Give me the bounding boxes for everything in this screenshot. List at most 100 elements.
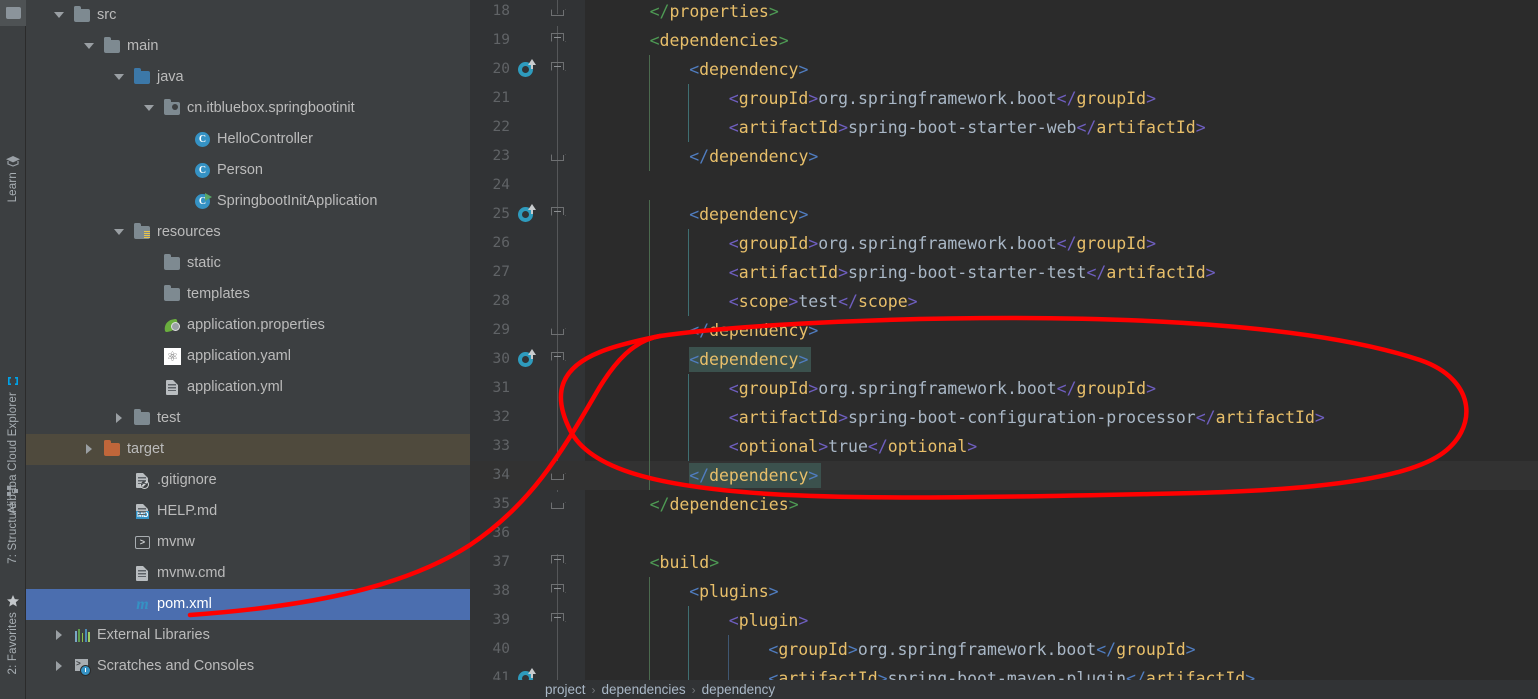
editor-line[interactable]: 21 <groupId>org.springframework.boot</gro… bbox=[493, 84, 1538, 113]
chevron-right-icon[interactable] bbox=[54, 630, 65, 641]
chevron-down-icon[interactable] bbox=[144, 103, 155, 114]
editor-line[interactable]: 30 <dependency> bbox=[493, 345, 1538, 374]
tree-item-person[interactable]: C Person bbox=[26, 155, 470, 186]
stripe-button-favorites[interactable]: 2: Favorites bbox=[0, 590, 26, 677]
indent-guide bbox=[648, 403, 650, 432]
code-token: > bbox=[818, 437, 829, 456]
fold-collapse-icon[interactable] bbox=[551, 62, 564, 77]
editor-line[interactable]: 31 <groupId>org.springframework.boot</gro… bbox=[493, 374, 1538, 403]
fold-end-icon[interactable] bbox=[551, 468, 564, 483]
code-editor[interactable]: 18 </properties> 19 <dependencies> 20 <depend… bbox=[470, 0, 1538, 699]
editor-line[interactable]: 37 <build> bbox=[493, 548, 1538, 577]
breadcrumb[interactable]: project › dependencies › dependency bbox=[470, 680, 1538, 699]
indent-guide bbox=[688, 287, 690, 316]
chevron-down-icon[interactable] bbox=[114, 72, 125, 83]
fold-end-icon[interactable] bbox=[551, 497, 564, 512]
editor-line[interactable]: 22 <artifactId>spring-boot-starter-web</a… bbox=[493, 113, 1538, 142]
editor-line[interactable]: 29 </dependency> bbox=[493, 316, 1538, 345]
graduation-cap-icon bbox=[5, 153, 21, 169]
editor-line[interactable]: 19 <dependencies> bbox=[493, 26, 1538, 55]
line-number: 32 bbox=[492, 409, 510, 425]
tree-item-src[interactable]: src bbox=[26, 0, 470, 31]
breadcrumb-item[interactable]: project bbox=[545, 682, 586, 697]
tree-item-target[interactable]: target bbox=[26, 434, 470, 465]
tree-item-templates[interactable]: templates bbox=[26, 279, 470, 310]
editor-line[interactable]: 35 </dependencies> bbox=[493, 490, 1538, 519]
maven-reimport-icon[interactable] bbox=[518, 59, 536, 78]
editor-line[interactable]: 33 <optional>true</optional> bbox=[493, 432, 1538, 461]
chevron-down-icon[interactable] bbox=[84, 41, 95, 52]
tree-item-gitignore[interactable]: .gitignore bbox=[26, 465, 470, 496]
editor-line[interactable]: 28 <scope>test</scope> bbox=[493, 287, 1538, 316]
editor-line[interactable]: 38 <plugins> bbox=[493, 577, 1538, 606]
project-tree[interactable]: src main java cn.itbluebox.springbootinit C H… bbox=[26, 0, 470, 699]
breadcrumb-item[interactable]: dependency bbox=[702, 682, 776, 697]
code-token: </ bbox=[1096, 640, 1117, 659]
stripe-button-learn[interactable]: Learn bbox=[0, 150, 26, 205]
editor-line[interactable]: 25 <dependency> bbox=[493, 200, 1538, 229]
fold-collapse-icon[interactable] bbox=[551, 207, 564, 222]
editor-code-area[interactable]: 18 </properties> 19 <dependencies> 20 <depend… bbox=[470, 0, 1538, 699]
editor-line[interactable]: 36 bbox=[493, 519, 1538, 548]
tree-item-static[interactable]: static bbox=[26, 248, 470, 279]
tree-item-label: Person bbox=[217, 162, 263, 179]
chevron-right-icon[interactable] bbox=[114, 413, 125, 424]
tree-item-mvnw-cmd[interactable]: mvnw.cmd bbox=[26, 558, 470, 589]
editor-line[interactable]: 24 bbox=[493, 171, 1538, 200]
tree-item-pom-xml[interactable]: m pom.xml bbox=[26, 589, 470, 620]
project-tool-window-icon[interactable] bbox=[0, 0, 26, 26]
fold-region-bar bbox=[557, 26, 558, 492]
tree-item-external-libraries[interactable]: External Libraries bbox=[26, 620, 470, 651]
code-token: > bbox=[768, 582, 779, 601]
tree-item-icon: > bbox=[134, 534, 151, 551]
fold-end-icon[interactable] bbox=[551, 149, 564, 164]
tree-item-application-yaml[interactable]: ⚛ application.yaml bbox=[26, 341, 470, 372]
fold-collapse-icon[interactable] bbox=[551, 613, 564, 628]
tree-item-help-md[interactable]: MD HELP.md bbox=[26, 496, 470, 527]
fold-collapse-icon[interactable] bbox=[551, 352, 564, 367]
tree-item-java[interactable]: java bbox=[26, 62, 470, 93]
fold-end-icon[interactable] bbox=[551, 4, 564, 19]
tree-item-hellocontroller[interactable]: C HelloController bbox=[26, 124, 470, 155]
tree-item-springbootinitapplication[interactable]: C SpringbootInitApplication bbox=[26, 186, 470, 217]
code-token: > bbox=[808, 89, 819, 108]
editor-line[interactable]: 18 </properties> bbox=[493, 0, 1538, 26]
breadcrumb-item[interactable]: dependencies bbox=[602, 682, 686, 697]
code-token: > bbox=[798, 350, 809, 369]
fold-collapse-icon[interactable] bbox=[551, 33, 564, 48]
fold-collapse-icon[interactable] bbox=[551, 555, 564, 570]
tree-item-main[interactable]: main bbox=[26, 31, 470, 62]
tree-item-application-properties[interactable]: application.properties bbox=[26, 310, 470, 341]
editor-line[interactable]: 40 <groupId>org.springframework.boot</gro… bbox=[493, 635, 1538, 664]
stripe-button-structure[interactable]: 7: Structure bbox=[0, 480, 26, 567]
line-number: 23 bbox=[492, 148, 510, 164]
code-token: dependency bbox=[699, 350, 799, 369]
code-token: dependency bbox=[709, 466, 809, 485]
tree-item-cn-itbluebox-springbootinit[interactable]: cn.itbluebox.springbootinit bbox=[26, 93, 470, 124]
editor-line[interactable]: 23 </dependency> bbox=[493, 142, 1538, 171]
editor-line[interactable]: 34 </dependency> bbox=[470, 461, 1538, 490]
fold-collapse-icon[interactable] bbox=[551, 584, 564, 599]
editor-line[interactable]: 20 <dependency> bbox=[493, 55, 1538, 84]
tree-item-application-yml[interactable]: application.yml bbox=[26, 372, 470, 403]
chevron-right-icon[interactable] bbox=[54, 661, 65, 672]
code-token: spring-boot-configuration-processor bbox=[848, 408, 1196, 427]
tree-item-resources[interactable]: resources bbox=[26, 217, 470, 248]
editor-line[interactable]: 39 <plugin> bbox=[493, 606, 1538, 635]
chevron-right-icon[interactable] bbox=[84, 444, 95, 455]
code-token: </ bbox=[1086, 263, 1107, 282]
editor-line[interactable]: 32 <artifactId>spring-boot-configuration-… bbox=[493, 403, 1538, 432]
chevron-down-icon[interactable] bbox=[54, 10, 65, 21]
editor-line[interactable]: 26 <groupId>org.springframework.boot</gro… bbox=[493, 229, 1538, 258]
maven-reimport-icon[interactable] bbox=[518, 204, 536, 223]
editor-line[interactable]: 27 <artifactId>spring-boot-starter-test</… bbox=[493, 258, 1538, 287]
fold-end-icon[interactable] bbox=[551, 323, 564, 338]
tree-item-mvnw[interactable]: > mvnw bbox=[26, 527, 470, 558]
maven-reimport-icon[interactable] bbox=[518, 349, 536, 368]
tree-item-scratches-and-consoles[interactable]: > Scratches and Consoles bbox=[26, 651, 470, 682]
indent-guide bbox=[688, 606, 690, 635]
chevron-down-icon[interactable] bbox=[114, 227, 125, 238]
indent-guide bbox=[688, 84, 690, 113]
code-token: </ bbox=[1195, 408, 1216, 427]
tree-item-test[interactable]: test bbox=[26, 403, 470, 434]
